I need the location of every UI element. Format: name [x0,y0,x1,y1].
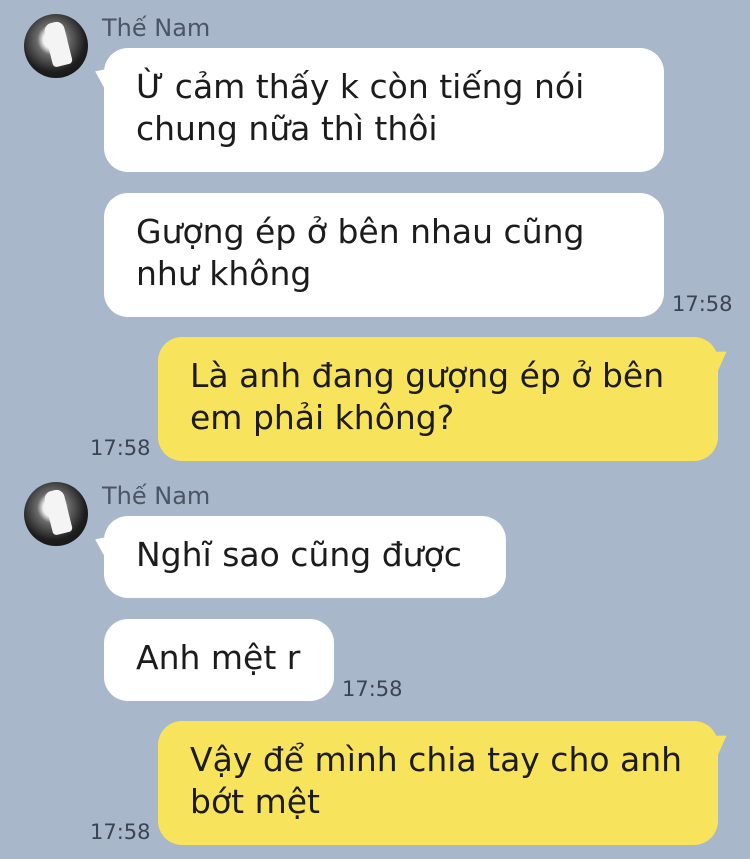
sender-name: Thế Nam [102,482,211,510]
message-text: Nghĩ sao cũng được [136,535,462,574]
incoming-message-bubble[interactable]: Gượng ép ở bên nhau cũng như không [104,193,664,317]
message-text: Vậy để mình chia tay cho anh bớt mệt [190,740,683,821]
message-timestamp: 17:58 [672,292,733,316]
message-text: Là anh đang gượng ép ở bên em phải không… [190,356,665,437]
incoming-message-bubble[interactable]: Nghĩ sao cũng được [104,516,506,598]
message-text: Ừ cảm thấy k còn tiếng nói chung nữa thì… [136,67,585,148]
contact-avatar[interactable] [24,482,88,546]
message-timestamp: 17:58 [90,436,151,460]
message-timestamp: 17:58 [342,677,403,701]
sender-name: Thế Nam [102,14,211,42]
outgoing-message-bubble[interactable]: Là anh đang gượng ép ở bên em phải không… [158,337,718,461]
message-text: Anh mệt r [136,638,301,677]
incoming-message-bubble[interactable]: Anh mệt r [104,619,334,701]
message-timestamp: 17:58 [90,820,151,844]
outgoing-message-bubble[interactable]: Vậy để mình chia tay cho anh bớt mệt [158,721,718,845]
message-text: Gượng ép ở bên nhau cũng như không [136,212,585,293]
contact-avatar[interactable] [24,14,88,78]
incoming-message-bubble[interactable]: Ừ cảm thấy k còn tiếng nói chung nữa thì… [104,48,664,172]
